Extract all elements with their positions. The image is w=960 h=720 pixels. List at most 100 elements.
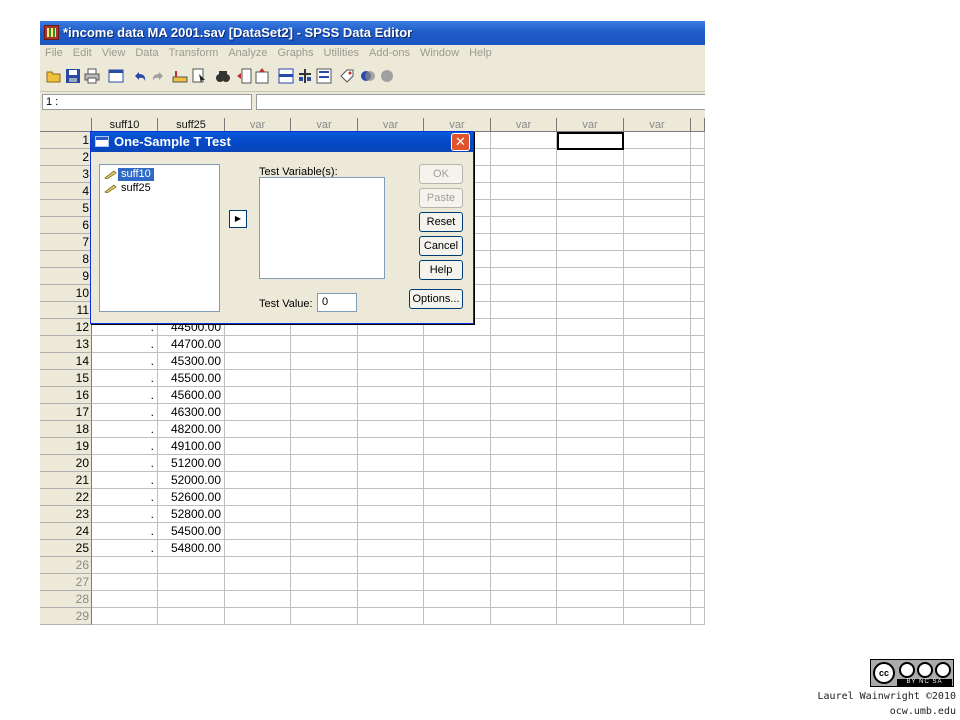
table-cell[interactable]: 52800.00 [158,506,225,523]
table-cell[interactable] [225,370,291,387]
move-right-button[interactable]: ▶ [229,210,247,228]
table-cell[interactable] [225,489,291,506]
table-cell[interactable] [624,217,691,234]
table-cell[interactable] [691,608,705,625]
table-cell[interactable] [92,608,158,625]
table-cell[interactable] [691,387,705,404]
table-cell[interactable] [557,268,624,285]
table-cell[interactable] [624,166,691,183]
table-cell[interactable] [691,370,705,387]
find-icon[interactable] [215,68,231,84]
table-cell[interactable] [225,404,291,421]
options-button[interactable]: Options... [409,289,463,309]
table-cell[interactable] [491,251,557,268]
row-number[interactable]: 26 [40,557,92,574]
table-cell[interactable] [691,285,705,302]
table-cell[interactable] [557,438,624,455]
table-cell[interactable] [557,472,624,489]
table-cell[interactable] [557,489,624,506]
table-cell[interactable] [291,574,358,591]
table-cell[interactable] [358,353,424,370]
table-cell[interactable] [92,557,158,574]
table-cell[interactable] [491,506,557,523]
table-cell[interactable] [557,421,624,438]
table-cell[interactable] [358,591,424,608]
table-cell[interactable]: . [92,506,158,523]
table-cell[interactable] [624,234,691,251]
table-cell[interactable]: 45600.00 [158,387,225,404]
table-cell[interactable] [491,523,557,540]
table-cell[interactable] [691,540,705,557]
table-cell[interactable] [424,591,491,608]
table-cell[interactable] [291,438,358,455]
source-variable-list[interactable]: suff10 suff25 [99,164,220,312]
table-cell[interactable] [557,574,624,591]
table-cell[interactable] [624,506,691,523]
table-cell[interactable] [624,404,691,421]
table-cell[interactable] [491,438,557,455]
table-cell[interactable] [424,370,491,387]
table-cell[interactable] [358,472,424,489]
table-cell[interactable] [491,489,557,506]
row-number[interactable]: 1 [40,132,92,149]
table-cell[interactable] [358,387,424,404]
corner-cell[interactable] [40,118,92,132]
ok-button[interactable]: OK [419,164,463,184]
table-cell[interactable] [225,574,291,591]
row-number[interactable]: 15 [40,370,92,387]
table-cell[interactable] [291,472,358,489]
table-cell[interactable] [225,540,291,557]
table-cell[interactable]: 46300.00 [158,404,225,421]
table-cell[interactable] [225,438,291,455]
table-cell[interactable] [691,404,705,421]
table-cell[interactable] [291,455,358,472]
table-cell[interactable] [158,608,225,625]
table-cell[interactable] [624,540,691,557]
row-number[interactable]: 24 [40,523,92,540]
table-cell[interactable] [624,489,691,506]
table-cell[interactable] [624,183,691,200]
row-number[interactable]: 13 [40,336,92,353]
menu-view[interactable]: View [97,45,131,59]
table-cell[interactable] [691,217,705,234]
table-cell[interactable] [225,472,291,489]
table-cell[interactable] [291,353,358,370]
table-cell[interactable] [491,166,557,183]
save-icon[interactable] [65,68,81,84]
table-cell[interactable]: 45500.00 [158,370,225,387]
table-cell[interactable] [624,455,691,472]
table-cell[interactable] [557,608,624,625]
table-cell[interactable] [691,506,705,523]
row-number[interactable]: 17 [40,404,92,421]
table-cell[interactable] [158,557,225,574]
table-cell[interactable] [624,251,691,268]
show-all-icon[interactable] [379,68,395,84]
table-cell[interactable] [491,149,557,166]
table-cell[interactable] [225,455,291,472]
row-number[interactable]: 11 [40,302,92,319]
table-cell[interactable]: 54500.00 [158,523,225,540]
table-cell[interactable] [624,421,691,438]
table-cell[interactable] [557,251,624,268]
table-cell[interactable] [491,608,557,625]
table-cell[interactable] [158,591,225,608]
table-cell[interactable] [424,353,491,370]
table-cell[interactable] [691,166,705,183]
table-cell[interactable] [691,421,705,438]
table-cell[interactable] [557,217,624,234]
table-cell[interactable]: 48200.00 [158,421,225,438]
table-cell[interactable] [557,200,624,217]
table-cell[interactable] [291,336,358,353]
table-cell[interactable] [92,574,158,591]
table-cell[interactable] [691,268,705,285]
row-number[interactable]: 4 [40,183,92,200]
table-cell[interactable] [291,370,358,387]
table-cell[interactable] [491,591,557,608]
table-cell[interactable] [691,149,705,166]
table-cell[interactable] [491,387,557,404]
cancel-button[interactable]: Cancel [419,236,463,256]
table-cell[interactable] [691,251,705,268]
row-number[interactable]: 5 [40,200,92,217]
title-bar[interactable]: *income data MA 2001.sav [DataSet2] - SP… [40,21,705,45]
table-cell[interactable] [557,370,624,387]
